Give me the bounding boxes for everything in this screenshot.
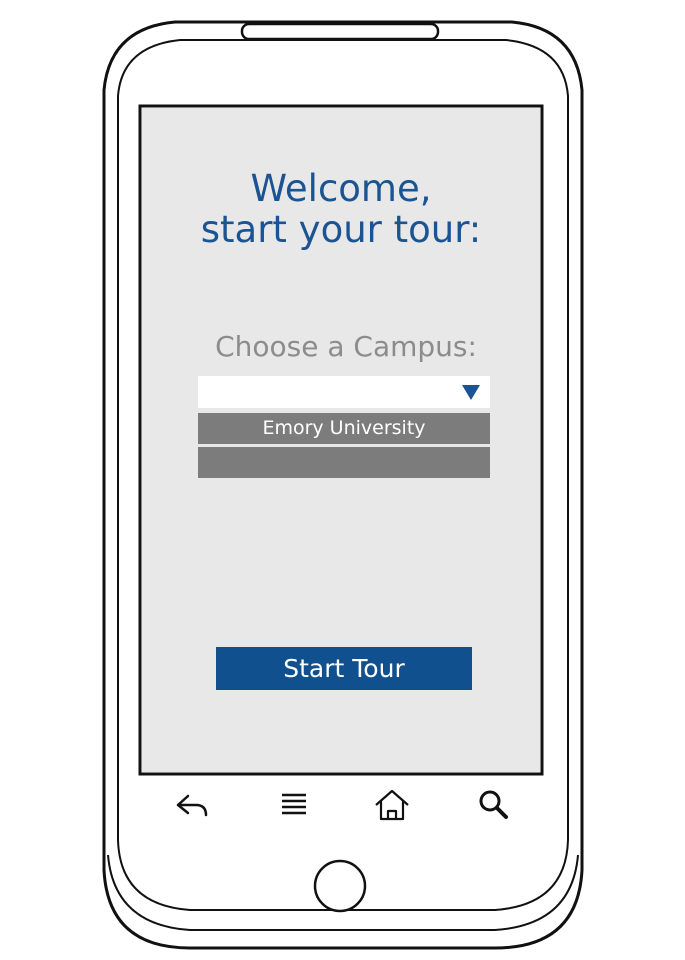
app-screen: Welcome, start your tour: Choose a Campu… — [142, 108, 540, 772]
search-icon[interactable] — [472, 785, 516, 825]
back-icon[interactable] — [170, 785, 214, 825]
welcome-line-2: start your tour: — [200, 208, 482, 251]
campus-dropdown[interactable] — [198, 376, 490, 408]
welcome-line-1: Welcome, — [250, 167, 432, 210]
page-title: Welcome, start your tour: — [142, 168, 540, 250]
start-tour-button[interactable]: Start Tour — [216, 647, 472, 690]
menu-icon[interactable] — [272, 785, 316, 825]
home-hardware-button[interactable] — [313, 859, 367, 913]
campus-option-emory[interactable]: Emory University — [198, 413, 490, 444]
choose-campus-label: Choose a Campus: — [215, 330, 477, 363]
triangle-down-icon[interactable] — [462, 385, 480, 400]
campus-option-empty[interactable] — [198, 447, 490, 478]
home-icon[interactable] — [370, 785, 414, 825]
